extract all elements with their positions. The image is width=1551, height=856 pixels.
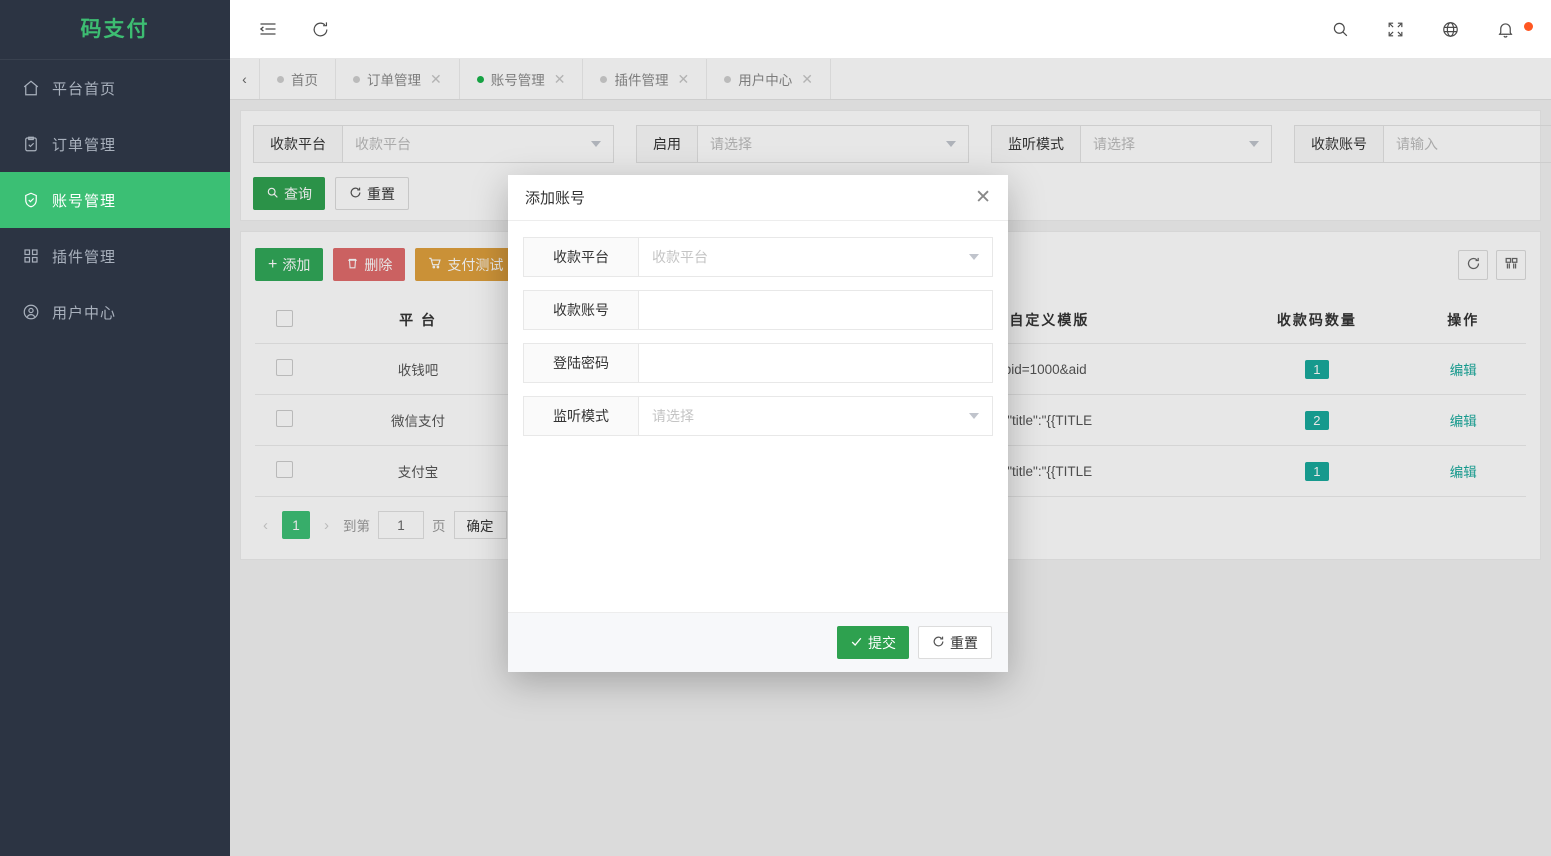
sidebar-item-order-management[interactable]: 订单管理 bbox=[0, 116, 230, 172]
search-icon[interactable] bbox=[1331, 20, 1350, 39]
modal-field-platform-select[interactable]: 收款平台 bbox=[639, 238, 992, 276]
modal-field-platform[interactable]: 收款平台 收款平台 bbox=[523, 237, 993, 277]
modal-field-account-input[interactable] bbox=[639, 291, 992, 329]
sidebar-item-label: 账号管理 bbox=[52, 190, 116, 211]
sidebar-item-label: 平台首页 bbox=[52, 78, 116, 99]
modal-reset-label: 重置 bbox=[950, 633, 978, 653]
modal-reset-button[interactable]: 重置 bbox=[918, 626, 992, 659]
sidebar-item-label: 用户中心 bbox=[52, 302, 116, 323]
modal-submit-button[interactable]: 提交 bbox=[837, 626, 909, 659]
add-account-modal: 添加账号 ✕ 收款平台 收款平台 收款账号 登陆密码 监听模式 bbox=[508, 175, 1008, 672]
refresh-icon bbox=[932, 635, 945, 651]
refresh-icon[interactable] bbox=[311, 20, 330, 39]
close-icon[interactable]: ✕ bbox=[975, 188, 991, 207]
sidebar-item-user-center[interactable]: 用户中心 bbox=[0, 284, 230, 340]
modal-field-listen-mode-select[interactable]: 请选择 bbox=[639, 397, 992, 435]
globe-icon[interactable] bbox=[1441, 20, 1460, 39]
header-left-tools bbox=[230, 19, 330, 39]
menu-collapse-icon[interactable] bbox=[258, 19, 278, 39]
clipboard-check-icon bbox=[22, 135, 52, 153]
modal-field-platform-label: 收款平台 bbox=[524, 238, 639, 276]
brand-title: 码支付 bbox=[0, 0, 230, 60]
modal-header: 添加账号 ✕ bbox=[508, 175, 1008, 221]
chevron-down-icon bbox=[969, 254, 979, 260]
modal-field-account-label: 收款账号 bbox=[524, 291, 639, 329]
modal-title: 添加账号 bbox=[525, 187, 585, 208]
modal-field-listen-mode-placeholder: 请选择 bbox=[652, 406, 694, 426]
modal-footer: 提交 重置 bbox=[508, 612, 1008, 672]
sidebar-nav: 平台首页 订单管理 账号管理 插件管理 bbox=[0, 60, 230, 340]
home-icon bbox=[22, 79, 52, 97]
modal-field-account[interactable]: 收款账号 bbox=[523, 290, 993, 330]
modal-body: 收款平台 收款平台 收款账号 登陆密码 监听模式 请选择 bbox=[508, 221, 1008, 612]
modal-field-password-label: 登陆密码 bbox=[524, 344, 639, 382]
sidebar-item-plugin-management[interactable]: 插件管理 bbox=[0, 228, 230, 284]
check-icon bbox=[850, 635, 863, 651]
sidebar-item-account-management[interactable]: 账号管理 bbox=[0, 172, 230, 228]
notification-dot bbox=[1524, 22, 1533, 31]
shield-check-icon bbox=[22, 191, 52, 209]
modal-field-listen-mode[interactable]: 监听模式 请选择 bbox=[523, 396, 993, 436]
sidebar: 码支付 平台首页 订单管理 账号管理 bbox=[0, 0, 230, 856]
chevron-down-icon bbox=[969, 413, 979, 419]
modal-submit-label: 提交 bbox=[868, 633, 896, 653]
sidebar-item-label: 插件管理 bbox=[52, 246, 116, 267]
modal-field-platform-placeholder: 收款平台 bbox=[652, 247, 708, 267]
user-circle-icon bbox=[22, 303, 52, 321]
header-right-tools bbox=[1331, 20, 1551, 39]
modal-field-password[interactable]: 登陆密码 bbox=[523, 343, 993, 383]
sidebar-item-platform-home[interactable]: 平台首页 bbox=[0, 60, 230, 116]
grid-icon bbox=[22, 247, 52, 265]
modal-field-listen-mode-label: 监听模式 bbox=[524, 397, 639, 435]
modal-field-password-input[interactable] bbox=[639, 344, 992, 382]
sidebar-item-label: 订单管理 bbox=[52, 134, 116, 155]
app-root: 码支付 平台首页 订单管理 账号管理 bbox=[0, 0, 1551, 856]
bell-icon[interactable] bbox=[1496, 20, 1515, 39]
fullscreen-icon[interactable] bbox=[1386, 20, 1405, 39]
top-header bbox=[230, 0, 1551, 59]
